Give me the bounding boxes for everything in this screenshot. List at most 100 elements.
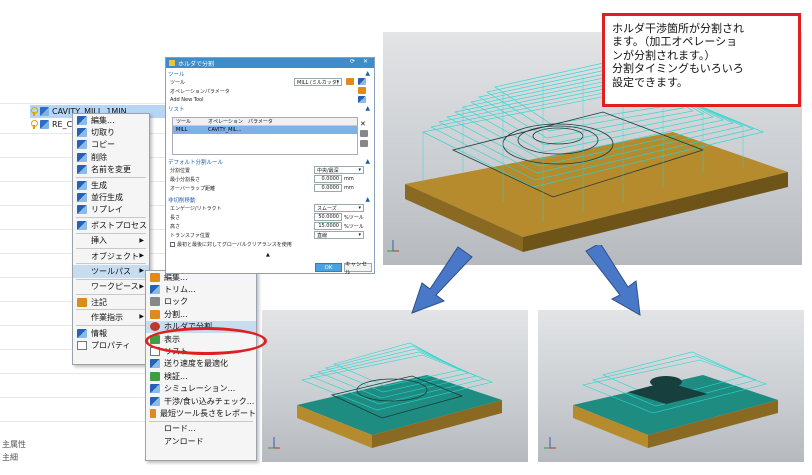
add-tool-icon[interactable] — [358, 96, 366, 103]
toolpath-menu-item[interactable]: ロード... — [146, 423, 256, 435]
arrow-left-icon — [411, 246, 473, 314]
details-label: 主属性 — [2, 439, 26, 449]
context-menu-item-label: 並行生成 — [91, 193, 123, 203]
context-menu-item[interactable]: 注記 — [73, 296, 149, 308]
toolpath-menu-item[interactable]: 最短ツール長さをレポート — [146, 407, 256, 419]
context-menu-item[interactable]: ツールパス ▶ — [73, 265, 149, 278]
viewport-split-2[interactable] — [538, 310, 804, 462]
new-tool-icon[interactable] — [358, 78, 366, 85]
unit-label: mm — [344, 176, 354, 182]
group-label: ツール — [168, 71, 185, 78]
list-cell: MILL — [176, 127, 188, 133]
context-menu-item[interactable]: 名前を変更 — [73, 164, 149, 176]
highlight-ellipse — [145, 327, 267, 355]
submenu-arrow-icon: ▶ — [139, 282, 144, 290]
postprocess-icon — [77, 220, 87, 230]
tree-divider — [0, 421, 165, 422]
context-menu-item[interactable]: 生成 — [73, 179, 149, 191]
expand-icon[interactable]: ▲ — [266, 252, 270, 258]
context-menu-item-label: 情報 — [91, 328, 107, 338]
overlap-distance-label: オーバーラップ距離 — [170, 186, 215, 192]
parameter-icon[interactable] — [358, 87, 366, 94]
lock-icon — [150, 297, 160, 307]
context-menu-item[interactable]: 編集... — [73, 114, 149, 126]
app-logo-icon — [169, 60, 175, 66]
context-menu-item-label: ワークピース — [91, 282, 139, 292]
operation-list-table: ツール オペレーション パラメータ MILL CAVITY_MIL... — [172, 117, 358, 155]
collapse-icon[interactable]: ▲ — [365, 70, 370, 77]
menu-separator — [76, 324, 146, 326]
height-input[interactable]: 15.0000 — [314, 222, 342, 230]
transfer-position-select[interactable]: 直線 — [314, 231, 364, 239]
context-menu-item[interactable]: 削除 — [73, 151, 149, 163]
dialog-controls[interactable]: ⟳ ✕ — [350, 58, 371, 65]
note-icon — [77, 297, 87, 307]
group-default-split-rule[interactable]: デフォルト分割ルール ▲ — [168, 157, 372, 166]
operation-parameter-label: オペレーションパラメータ — [170, 89, 230, 95]
context-menu-item[interactable]: 並行生成 — [73, 191, 149, 203]
move-up-icon[interactable] — [360, 130, 368, 137]
annotation-callout: ホルダ干渉箇所が分割され ます。（加工オペレーショ ンが分割されます。） 分割タ… — [602, 13, 801, 107]
table-row[interactable]: MILL CAVITY_MIL... — [173, 126, 357, 134]
context-menu-item-label: ツールパス — [91, 266, 131, 276]
clearance-checkbox[interactable] — [170, 242, 175, 247]
details-row-main-attributes[interactable]: 主属性 — [0, 438, 26, 450]
group-non-cutting-moves[interactable]: 非切削移動 ▲ — [168, 195, 372, 204]
collapse-icon[interactable]: ▲ — [365, 196, 370, 203]
edit-tool-icon[interactable] — [346, 78, 354, 85]
engage-retract-select[interactable]: スムーズ — [314, 204, 364, 212]
context-menu-item-label: 削除 — [91, 152, 107, 162]
length-input[interactable]: 50.0000 — [314, 213, 342, 221]
engage-retract-label: エンゲージ/リトラクト — [170, 206, 222, 212]
list-header: ツール オペレーション パラメータ — [173, 118, 357, 126]
clearance-checkbox-row[interactable]: 最初と最後に対してグローバルクリアランスを使用 — [170, 241, 292, 248]
toolpath-menu-item[interactable]: 分割... — [146, 308, 256, 320]
details-label: 主細 — [2, 452, 18, 462]
context-menu-item[interactable]: ワークピース ▶ — [73, 281, 149, 293]
toolpath-menu-item[interactable]: アンロード — [146, 435, 256, 447]
collapse-icon[interactable]: ▲ — [365, 158, 370, 165]
viewport-split-1[interactable] — [262, 310, 528, 462]
simulation-icon — [150, 384, 160, 394]
context-menu-item[interactable]: リプレイ — [73, 204, 149, 216]
toolpath-menu-item[interactable]: 送り速度を最適化 — [146, 358, 256, 370]
toolpath-menu-item[interactable]: 干渉/食い込みチェック... — [146, 395, 256, 407]
toolpath-menu-item[interactable]: シミュレーション... — [146, 383, 256, 395]
context-menu-item[interactable]: 切取り — [73, 126, 149, 138]
overlap-distance-value: 0.0000 — [321, 185, 340, 191]
group-list[interactable]: リスト ▲ — [168, 104, 372, 113]
menu-separator — [149, 420, 253, 422]
context-menu-item[interactable]: プロパティ — [73, 339, 149, 351]
toolpath-menu-item-label: シミュレーション... — [164, 384, 236, 394]
ok-button[interactable]: OK — [315, 263, 342, 272]
context-menu-item[interactable]: コピー — [73, 139, 149, 151]
move-down-icon[interactable] — [360, 140, 368, 147]
toolpath-menu-item[interactable]: トリム... — [146, 283, 256, 295]
gouge-check-icon — [150, 396, 160, 406]
toolpath-menu-item[interactable]: 検証... — [146, 370, 256, 382]
min-split-length-input[interactable]: 0.0000 — [314, 175, 342, 183]
cancel-button[interactable]: キャンセル — [344, 262, 372, 276]
generate-icon — [77, 180, 87, 190]
context-menu-item[interactable]: オブジェクト ▶ — [73, 250, 149, 262]
collapse-icon[interactable]: ▲ — [365, 105, 370, 112]
overlap-distance-input[interactable]: 0.0000 — [314, 184, 342, 192]
tree-item-re-ca[interactable]: RE_CA — [30, 118, 78, 131]
list-cell — [245, 126, 285, 134]
context-menu-item[interactable]: 作業指示 ▶ — [73, 311, 149, 323]
context-menu-item[interactable]: ポストプロセス — [73, 219, 149, 231]
toolpath-menu-item[interactable]: ロック — [146, 296, 256, 308]
group-tool[interactable]: ツール ▲ — [168, 69, 372, 78]
length-value: 50.0000 — [318, 214, 339, 220]
tool-select[interactable]: MILL (ミルカッタ) — [294, 78, 342, 86]
submenu-arrow-icon: ▶ — [139, 267, 144, 275]
context-menu-item[interactable]: 挿入 ▶ — [73, 235, 149, 247]
context-menu-item[interactable]: 情報 — [73, 327, 149, 339]
copy-icon — [77, 140, 87, 150]
details-row-details[interactable]: 主細 — [0, 451, 18, 463]
feedrate-icon — [150, 359, 160, 369]
delete-row-icon[interactable]: ✕ — [360, 120, 368, 128]
add-new-tool-label[interactable]: Add New Tool — [170, 97, 203, 103]
split-position-select[interactable]: 中央/最深 — [314, 166, 364, 174]
context-menu-item-label: 挿入 — [91, 236, 107, 246]
